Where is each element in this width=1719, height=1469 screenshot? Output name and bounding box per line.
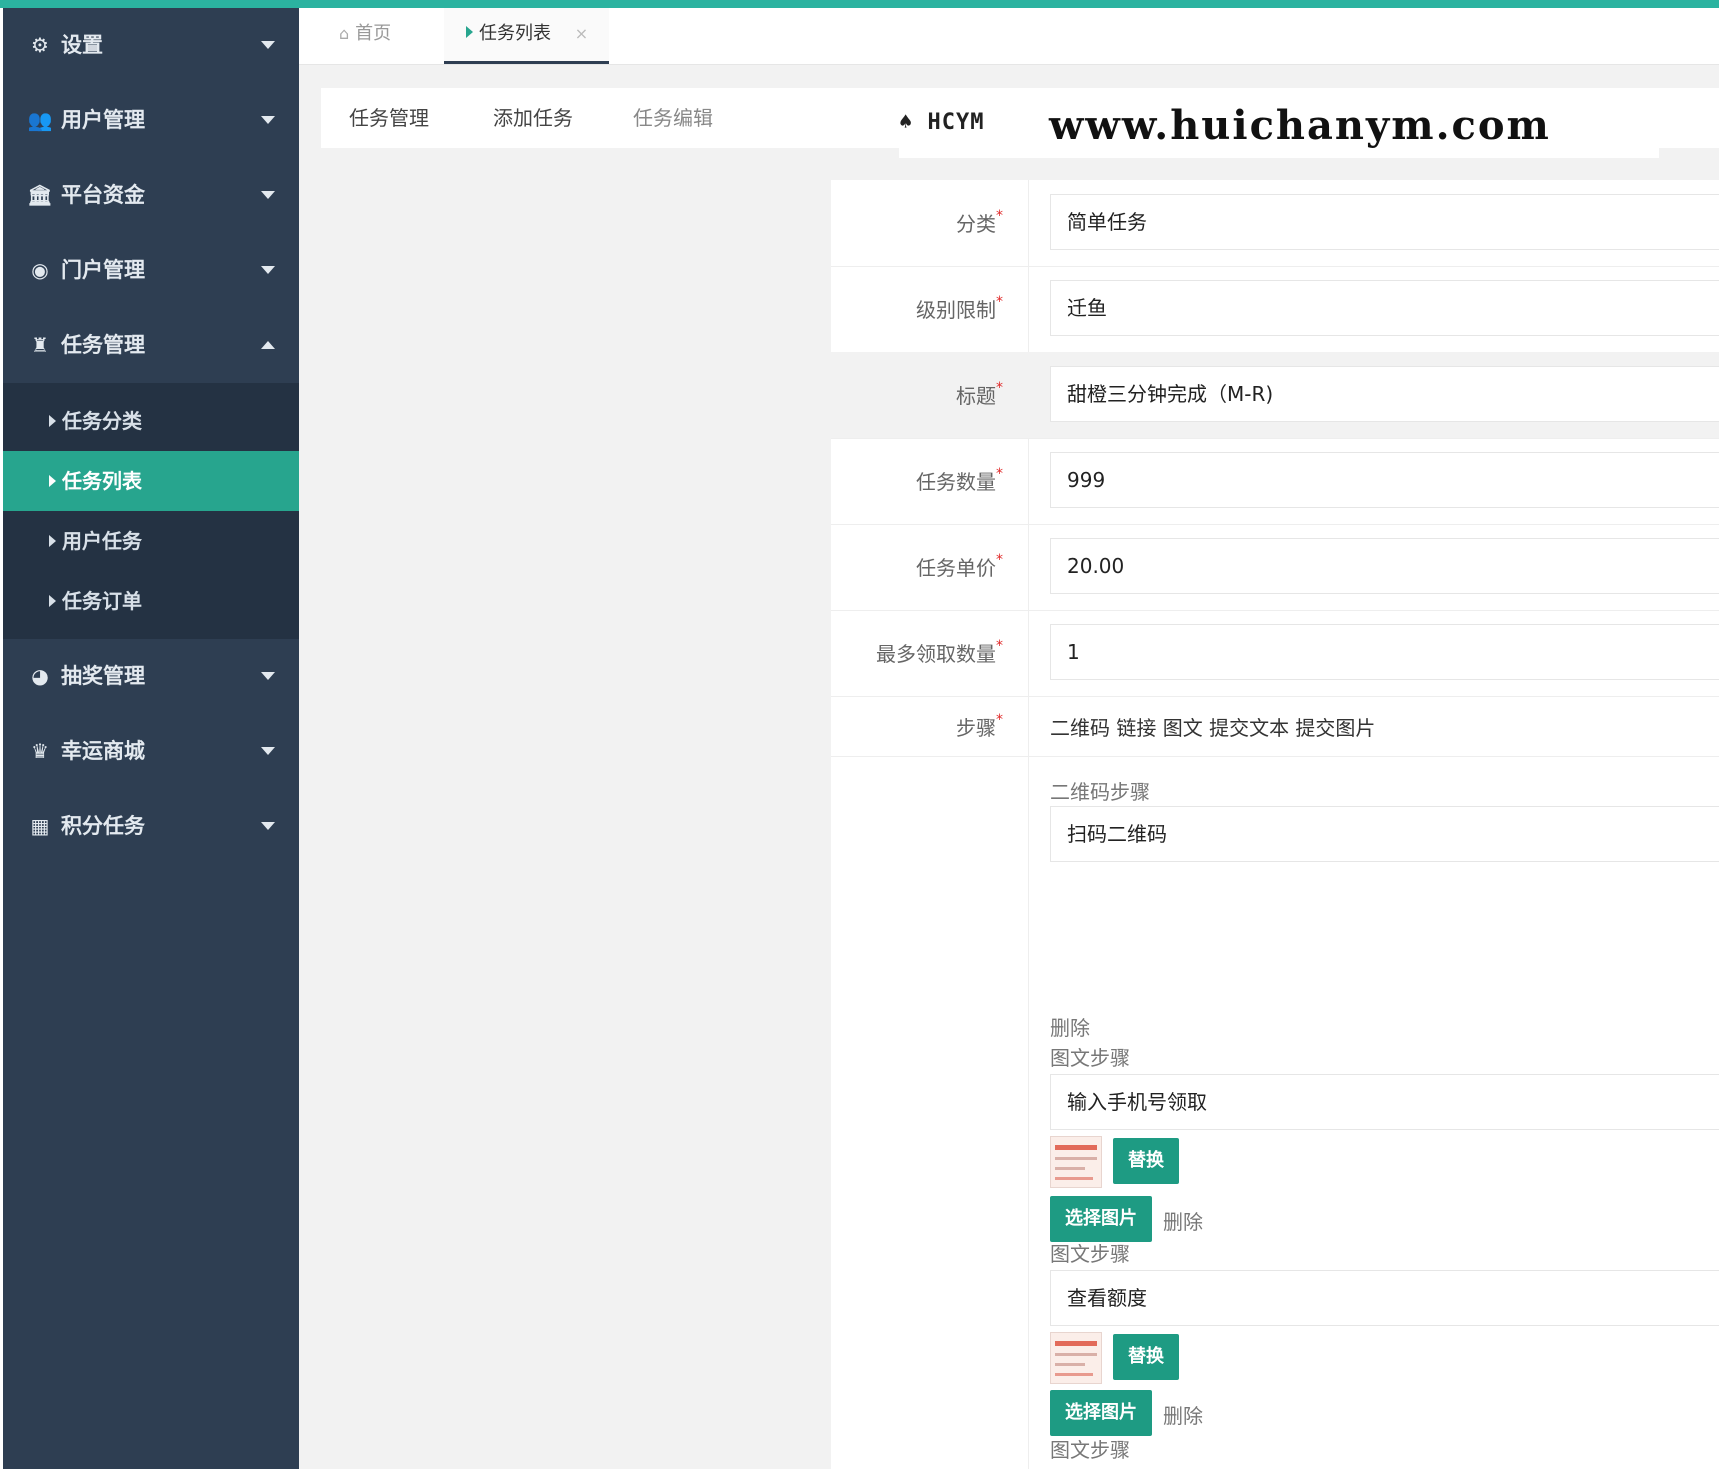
watermark-url: www.huichanym.com bbox=[1049, 102, 1551, 149]
tab-task-list[interactable]: 任务列表 × bbox=[444, 8, 609, 64]
sidebar-item-portal[interactable]: ◉ 门户管理 bbox=[3, 233, 299, 308]
shop-icon: ♛ bbox=[31, 739, 49, 763]
watermark: ♠ HCYM www.huichanym.com bbox=[899, 102, 1659, 158]
home-icon: ⌂ bbox=[339, 24, 350, 43]
caret-right-icon bbox=[49, 594, 56, 607]
subtab-edit-task[interactable]: 任务编辑 bbox=[633, 88, 713, 148]
row-max-claim: 最多领取数量* 1 bbox=[831, 610, 1719, 697]
sidebar-subitem-task-category[interactable]: 任务分类 bbox=[3, 391, 299, 451]
chevron-down-icon bbox=[261, 672, 275, 680]
sidebar-item-lottery[interactable]: ◕ 抽奖管理 bbox=[3, 639, 299, 714]
steps-options[interactable]: 二维码 链接 图文 提交文本 提交图片 bbox=[1050, 712, 1375, 741]
image-step-1-delete[interactable]: 删除 bbox=[1163, 1206, 1203, 1235]
tab-home[interactable]: ⌂ 首页 bbox=[339, 8, 429, 64]
spade-icon: ♠ bbox=[899, 110, 914, 135]
price-label: 任务单价* bbox=[916, 552, 1003, 580]
title-input[interactable]: 甜橙三分钟完成（M-R) bbox=[1050, 366, 1719, 422]
watermark-logo: ♠ HCYM bbox=[899, 110, 985, 135]
chevron-down-icon bbox=[261, 266, 275, 274]
sidebar-item-points[interactable]: ▦ 积分任务 bbox=[3, 789, 299, 864]
image-step-title: 图文步骤 bbox=[1050, 1046, 1130, 1070]
caret-right-icon bbox=[49, 474, 56, 487]
qr-step-delete[interactable]: 删除 bbox=[1050, 1012, 1090, 1041]
task-edit-form: 分类* 简单任务 级别限制* 迁鱼 标题* 甜橙三分钟完成（M-R) 任务数量*… bbox=[831, 180, 1719, 1469]
choose-image-button[interactable]: 选择图片 bbox=[1050, 1196, 1152, 1242]
price-input[interactable]: 20.00 bbox=[1050, 538, 1719, 594]
close-icon[interactable]: × bbox=[575, 24, 588, 43]
image-step-1-thumbnail bbox=[1050, 1136, 1102, 1188]
sidebar: ⚙ 设置 👥 用户管理 🏛 平台资金 ◉ 门户管理 ♜ 任务管理 任务分类 任务列表 bbox=[3, 8, 299, 1469]
caret-right-icon bbox=[49, 534, 56, 547]
lottery-icon: ◕ bbox=[31, 664, 49, 688]
category-select[interactable]: 简单任务 bbox=[1050, 194, 1719, 250]
row-quantity: 任务数量* 999 bbox=[831, 438, 1719, 525]
row-level: 级别限制* 迁鱼 bbox=[831, 266, 1719, 353]
image-step-title: 图文步骤 bbox=[1050, 1242, 1130, 1266]
replace-image-button[interactable]: 替换 bbox=[1113, 1138, 1179, 1184]
chevron-down-icon bbox=[261, 116, 275, 124]
sidebar-subitem-task-list[interactable]: 任务列表 bbox=[3, 451, 299, 511]
sidebar-subitem-user-tasks[interactable]: 用户任务 bbox=[3, 511, 299, 571]
row-category: 分类* 简单任务 bbox=[831, 180, 1719, 267]
subtab-add-task[interactable]: 添加任务 bbox=[493, 88, 573, 148]
caret-right-icon bbox=[466, 26, 473, 38]
sidebar-item-users[interactable]: 👥 用户管理 bbox=[3, 83, 299, 158]
max-claim-input[interactable]: 1 bbox=[1050, 624, 1719, 680]
quantity-label: 任务数量* bbox=[916, 466, 1003, 494]
sidebar-item-funds[interactable]: 🏛 平台资金 bbox=[3, 158, 299, 233]
row-steps: 步骤* 二维码 链接 图文 提交文本 提交图片 bbox=[831, 696, 1719, 757]
chevron-down-icon bbox=[261, 41, 275, 49]
main-content: ⌂ 首页 任务列表 × 任务管理 添加任务 任务编辑 ♠ HCYM www.hui… bbox=[299, 8, 1719, 1469]
tab-bar: ⌂ 首页 任务列表 × bbox=[299, 8, 1719, 65]
chevron-down-icon bbox=[261, 747, 275, 755]
image-step-2-input[interactable]: 查看额度 bbox=[1050, 1270, 1719, 1326]
sidebar-item-tasks[interactable]: ♜ 任务管理 bbox=[3, 308, 299, 383]
sidebar-item-shop[interactable]: ♛ 幸运商城 bbox=[3, 714, 299, 789]
bank-icon: 🏛 bbox=[27, 183, 53, 207]
tasks-submenu: 任务分类 任务列表 用户任务 任务订单 bbox=[3, 383, 299, 639]
sidebar-item-settings[interactable]: ⚙ 设置 bbox=[3, 8, 299, 83]
category-label: 分类* bbox=[956, 208, 1003, 236]
subtab-task-manage[interactable]: 任务管理 bbox=[349, 88, 429, 148]
level-label: 级别限制* bbox=[916, 294, 1003, 322]
steps-label: 步骤* bbox=[956, 712, 1003, 740]
grid-icon: ▦ bbox=[30, 814, 50, 838]
qr-step-title: 二维码步骤 bbox=[1050, 780, 1150, 804]
sidebar-subitem-task-orders[interactable]: 任务订单 bbox=[3, 571, 299, 631]
gears-icon: ⚙ bbox=[31, 33, 49, 57]
users-icon: 👥 bbox=[27, 108, 53, 132]
chevron-down-icon bbox=[261, 191, 275, 199]
qr-step-input[interactable]: 扫码二维码 bbox=[1050, 806, 1719, 862]
image-step-2-thumbnail bbox=[1050, 1332, 1102, 1384]
task-icon: ♜ bbox=[31, 333, 49, 357]
quantity-input[interactable]: 999 bbox=[1050, 452, 1719, 508]
chevron-down-icon bbox=[261, 822, 275, 830]
max-claim-label: 最多领取数量* bbox=[876, 638, 1003, 666]
title-label: 标题* bbox=[956, 380, 1003, 408]
caret-right-icon bbox=[49, 414, 56, 427]
chevron-up-icon bbox=[261, 341, 275, 349]
image-step-1-input[interactable]: 输入手机号领取 bbox=[1050, 1074, 1719, 1130]
image-step-2-delete[interactable]: 删除 bbox=[1163, 1400, 1203, 1429]
top-accent-line bbox=[0, 0, 1719, 8]
choose-image-button[interactable]: 选择图片 bbox=[1050, 1390, 1152, 1436]
globe-icon: ◉ bbox=[31, 258, 49, 282]
image-step-title: 图文步骤 bbox=[1050, 1438, 1130, 1462]
row-title: 标题* 甜橙三分钟完成（M-R) bbox=[831, 352, 1719, 439]
row-price: 任务单价* 20.00 bbox=[831, 524, 1719, 611]
replace-image-button[interactable]: 替换 bbox=[1113, 1334, 1179, 1380]
level-select[interactable]: 迁鱼 bbox=[1050, 280, 1719, 336]
